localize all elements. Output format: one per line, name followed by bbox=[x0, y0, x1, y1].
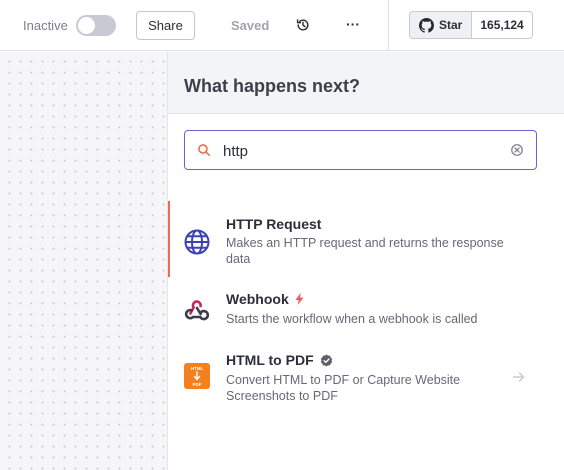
node-title: Webhook bbox=[226, 291, 304, 307]
node-title: HTML to PDF bbox=[226, 352, 333, 368]
github-star-widget: Star 165,124 bbox=[409, 11, 533, 39]
arrow-right-icon bbox=[512, 372, 525, 382]
node-title-text: Webhook bbox=[226, 291, 289, 307]
svg-text:HTML: HTML bbox=[191, 366, 204, 371]
webhook-icon bbox=[184, 300, 210, 321]
search-icon bbox=[198, 144, 211, 157]
share-button[interactable]: Share bbox=[136, 11, 195, 40]
search-input[interactable] bbox=[223, 139, 503, 163]
saved-status: Saved bbox=[231, 18, 270, 33]
top-bar: Inactive Share Saved ··· Star 165,124 bbox=[0, 0, 564, 51]
more-options-icon[interactable]: ··· bbox=[345, 14, 361, 34]
svg-text:PDF: PDF bbox=[193, 382, 202, 387]
node-title-text: HTML to PDF bbox=[226, 352, 314, 368]
node-item-http-request[interactable]: HTTP Request Makes an HTTP request and r… bbox=[168, 201, 564, 277]
node-description: Makes an HTTP request and returns the re… bbox=[226, 236, 504, 266]
verified-check-icon bbox=[320, 354, 332, 366]
github-icon bbox=[419, 17, 434, 33]
divider bbox=[388, 0, 389, 51]
github-star-label: Star bbox=[439, 18, 463, 32]
node-description: Starts the workflow when a webhook is ca… bbox=[226, 312, 478, 326]
history-icon[interactable] bbox=[296, 18, 310, 32]
github-star-count[interactable]: 165,124 bbox=[472, 11, 533, 39]
node-description: Convert HTML to PDF or Capture Website S… bbox=[226, 373, 461, 403]
active-toggle[interactable] bbox=[76, 15, 116, 36]
node-title-text: HTTP Request bbox=[226, 216, 322, 232]
node-item-html-to-pdf[interactable]: HTML PDF HTML to PDF Convert HTML to PDF… bbox=[168, 346, 564, 410]
active-status-label: Inactive bbox=[23, 18, 68, 33]
search-box[interactable] bbox=[184, 130, 537, 170]
node-creator-panel: What happens next? HTTP Request Makes an… bbox=[167, 52, 564, 470]
panel-header: What happens next? bbox=[168, 52, 564, 114]
clear-search-icon[interactable] bbox=[510, 143, 524, 157]
toggle-knob bbox=[78, 17, 95, 34]
github-star-button[interactable]: Star bbox=[409, 11, 473, 39]
node-item-webhook[interactable]: Webhook Starts the workflow when a webho… bbox=[168, 285, 564, 335]
trigger-bolt-icon bbox=[295, 293, 304, 305]
panel-title: What happens next? bbox=[184, 76, 361, 96]
workflow-canvas[interactable] bbox=[0, 52, 167, 470]
node-title: HTTP Request bbox=[226, 216, 321, 232]
html-to-pdf-icon: HTML PDF bbox=[184, 363, 210, 389]
globe-icon bbox=[184, 229, 210, 255]
